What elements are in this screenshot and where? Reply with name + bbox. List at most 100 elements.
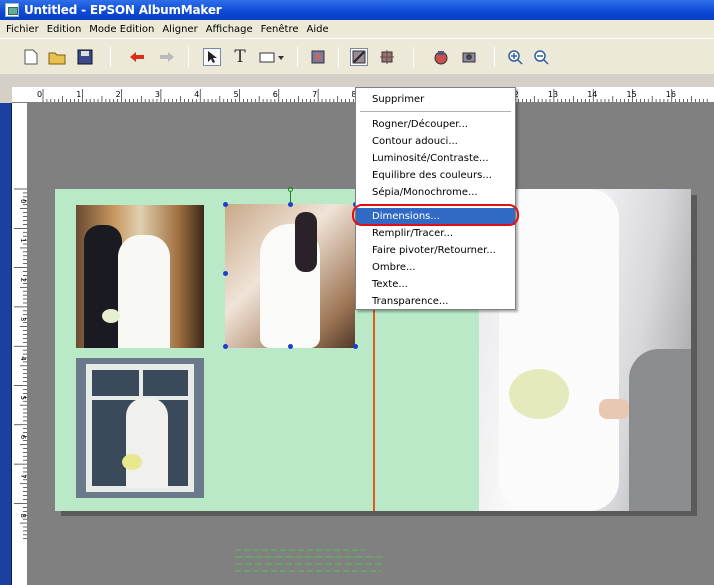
bouquet [509,369,569,419]
menu-affichage[interactable]: Affichage [202,24,257,35]
caption-line [235,549,365,551]
new-document-icon[interactable] [22,48,40,66]
ruler-label: 7 [312,90,317,99]
open-folder-icon[interactable] [48,48,66,66]
menu-aide[interactable]: Aide [302,24,332,35]
bride-figure [118,235,170,348]
photo-effects-icon[interactable] [378,48,396,66]
menu-item-luminosite[interactable]: Luminosité/Contraste... [356,150,515,167]
menu-item-sepia[interactable]: Sépia/Monochrome... [356,184,515,201]
toolbar-separator [338,47,339,67]
menu-aligner[interactable]: Aligner [158,24,201,35]
app-icon[interactable] [5,3,19,17]
select-arrow-icon[interactable] [203,48,221,66]
ruler-label: 16 [666,90,676,99]
bouquet [102,309,120,323]
camera-icon[interactable] [460,48,478,66]
ruler-label: 3 [155,90,160,99]
annotation-circle [352,204,519,226]
scanner-icon[interactable] [432,48,450,66]
app-window: Untitled - EPSON AlbumMaker Fichier Edit… [0,0,714,585]
ruler-label: 2 [19,278,27,282]
redo-icon[interactable] [158,48,176,66]
menu-edition[interactable]: Edition [43,24,86,35]
caption-line [235,556,385,558]
selection-handle[interactable] [288,344,293,349]
photo-dancing-selected[interactable] [225,204,355,348]
bride-figure [126,398,168,488]
ruler-label: 4 [19,356,27,361]
toolbar-separator [413,47,414,67]
selection-handle[interactable] [223,271,228,276]
image-tool-icon[interactable] [309,48,327,66]
ruler-label: 6 [273,90,278,99]
context-menu: Supprimer Rogner/Découper... Contour ado… [355,87,516,310]
save-icon[interactable] [76,48,94,66]
menu-fichier[interactable]: Fichier [0,24,43,35]
ruler-label: 1 [76,90,81,99]
toolbar-separator [297,47,298,67]
ruler-label: 7 [19,474,27,478]
menu-item-transparence[interactable]: Transparence... [356,293,515,310]
toolbar-separator [494,47,495,67]
bouquet [122,454,142,470]
undo-icon[interactable] [128,48,146,66]
menu-item-supprimer[interactable]: Supprimer [356,91,515,108]
groom-figure [295,212,317,272]
photo-couple-window[interactable] [76,205,204,348]
text-tool-button[interactable]: T [231,47,249,67]
menu-item-texte[interactable]: Texte... [356,276,515,293]
shape-tool-icon[interactable] [258,48,286,66]
zoom-in-icon[interactable] [506,48,524,66]
ruler-label: 6 [19,435,27,440]
menu-item-remplir[interactable]: Remplir/Tracer... [356,225,515,242]
ruler-corner [0,87,12,103]
groom-figure [84,225,122,348]
ruler-label: 0 [19,199,27,203]
ruler-label: 15 [627,90,637,99]
zoom-out-icon[interactable] [532,48,550,66]
menu-item-rogner[interactable]: Rogner/Découper... [356,116,515,133]
selection-handle[interactable] [223,202,228,207]
toolbar: T [0,38,714,74]
title-bar[interactable]: Untitled - EPSON AlbumMaker [0,0,714,20]
caption-line [235,563,383,565]
rotate-handle-stem [290,192,291,203]
vertical-ruler: 0 1 2 3 4 5 6 7 8 [12,103,28,585]
ruler-label: 2 [116,90,121,99]
photo-window-bride[interactable] [76,358,204,498]
page-shadow [691,195,697,515]
left-edge-strip [0,103,12,585]
ruler-label: 13 [548,90,558,99]
selection-handle[interactable] [353,344,358,349]
menu-item-ombre[interactable]: Ombre... [356,259,515,276]
selection-handle[interactable] [223,344,228,349]
ruler-label: 1 [19,238,27,242]
ruler-label: 14 [587,90,597,99]
ruler-label: 3 [19,317,27,321]
window-title: Untitled - EPSON AlbumMaker [24,3,222,17]
menu-bar: Fichier Edition Mode Edition Aligner Aff… [0,20,714,38]
ruler-label: 5 [234,90,239,99]
menu-fenetre[interactable]: Fenêtre [257,24,303,35]
toolbar-separator [188,47,189,67]
hands [599,399,629,419]
menu-item-equilibre[interactable]: Equilibre des couleurs... [356,167,515,184]
ruler-label: 8 [19,513,27,517]
caption-text-block[interactable] [235,549,395,572]
menu-separator [360,111,511,112]
ruler-label: 0 [37,90,42,99]
photo-edit-icon[interactable] [350,48,368,66]
toolbar-bottom-band [0,74,714,87]
groom-figure [629,349,691,511]
bride-dress [499,189,619,511]
ruler-label: 5 [19,396,27,400]
toolbar-separator [110,47,111,67]
caption-line [235,570,381,572]
menu-item-contour[interactable]: Contour adouci... [356,133,515,150]
page-shadow [61,511,697,516]
menu-mode-edition[interactable]: Mode Edition [85,24,158,35]
ruler-label: 4 [194,90,199,99]
ruler-ticks: 0 1 2 3 4 5 6 7 8 [14,188,27,540]
menu-item-faire-pivoter[interactable]: Faire pivoter/Retourner... [356,242,515,259]
